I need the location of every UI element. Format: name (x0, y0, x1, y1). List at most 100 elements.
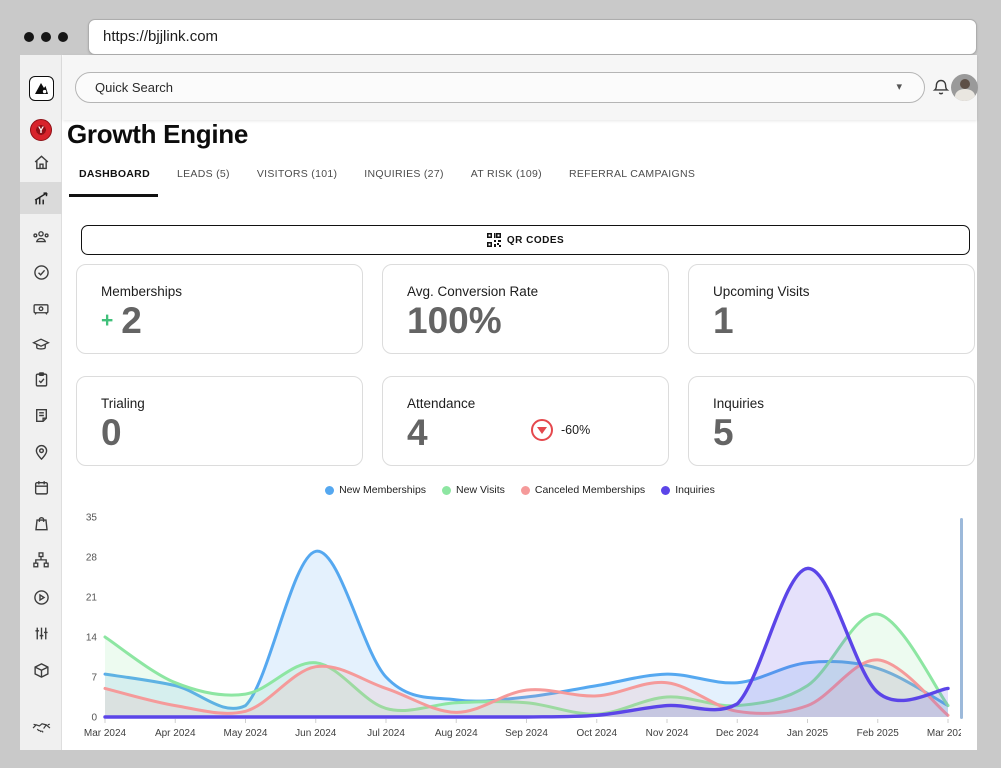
svg-text:Feb 2025: Feb 2025 (857, 728, 900, 739)
active-tab-underline (69, 194, 158, 197)
sidebar-item-tasks[interactable] (24, 363, 58, 395)
notes-icon (33, 407, 50, 424)
app-window: Y (20, 55, 977, 750)
calendar-icon (33, 479, 50, 496)
sidebar-item-payments[interactable] (24, 292, 58, 324)
url-bar[interactable]: https://bjjlink.com (88, 19, 977, 55)
play-circle-icon (33, 589, 50, 606)
svg-text:Jan 2025: Jan 2025 (787, 728, 829, 739)
svg-text:14: 14 (86, 633, 98, 644)
legend-new-memberships[interactable]: New Memberships (325, 484, 426, 496)
card-upcoming-visits: Upcoming Visits 1 (688, 264, 975, 354)
svg-text:Jul 2024: Jul 2024 (367, 728, 405, 739)
sidebar-item-home[interactable] (24, 146, 58, 178)
tab-visitors[interactable]: VISITORS (101) (257, 168, 337, 188)
avatar-photo (960, 79, 970, 89)
circle-down-triangle-icon (531, 419, 553, 441)
sidebar-item-partnerships[interactable] (24, 711, 58, 743)
legend-new-visits[interactable]: New Visits (442, 484, 505, 496)
window-dot-icon[interactable] (24, 32, 34, 42)
app-header: Quick Search ▾ (63, 55, 977, 120)
card-label: Avg. Conversion Rate (407, 284, 644, 299)
tab-dashboard[interactable]: DASHBOARD (79, 168, 150, 188)
handshake-icon (32, 720, 51, 735)
card-value: 2 (121, 301, 142, 341)
card-value: 1 (713, 301, 734, 341)
sliders-icon (33, 625, 50, 642)
tab-inquiries[interactable]: INQUIRIES (27) (364, 168, 443, 188)
area-chart-canvas: 0714212835Mar 2024Apr 2024May 2024Jun 20… (81, 507, 961, 749)
card-trialing: Trialing 0 (76, 376, 363, 466)
card-value: 4 (407, 413, 428, 453)
sidebar-item-media[interactable] (24, 581, 58, 613)
vertical-scrollbar[interactable] (960, 518, 963, 719)
sidebar-item-logo[interactable] (24, 72, 58, 104)
window-dot-icon[interactable] (58, 32, 68, 42)
svg-text:Mar 2024: Mar 2024 (84, 728, 127, 739)
location-pin-icon (33, 444, 50, 461)
user-avatar[interactable] (951, 74, 978, 101)
window-dot-icon[interactable] (41, 32, 51, 42)
card-value: 5 (713, 413, 734, 453)
svg-text:28: 28 (86, 553, 98, 564)
legend-dot-icon (661, 486, 670, 495)
sidebar-item-education[interactable] (24, 328, 58, 360)
legend-canceled-memberships[interactable]: Canceled Memberships (521, 484, 645, 496)
card-avg-conversion-rate: Avg. Conversion Rate 100% (382, 264, 669, 354)
sidebar-item-growth-analytics[interactable] (24, 182, 58, 214)
notifications-bell-icon[interactable] (931, 78, 951, 98)
svg-text:Sep 2024: Sep 2024 (505, 728, 548, 739)
tab-referral-campaigns[interactable]: REFERRAL CAMPAIGNS (569, 168, 695, 188)
card-label: Memberships (101, 284, 338, 299)
svg-text:Mar 2025: Mar 2025 (927, 728, 961, 739)
trend-percentage: -60% (561, 423, 590, 437)
legend-dot-icon (325, 486, 334, 495)
academy-badge-icon: Y (30, 119, 52, 141)
svg-text:Oct 2024: Oct 2024 (576, 728, 617, 739)
sidebar: Y (20, 55, 62, 750)
sidebar-item-org-chart[interactable] (24, 544, 58, 576)
sidebar-item-documents[interactable] (24, 399, 58, 431)
community-icon (32, 228, 50, 245)
sidebar-item-filters[interactable] (24, 617, 58, 649)
svg-text:Apr 2024: Apr 2024 (155, 728, 196, 739)
growth-analytics-icon (33, 190, 50, 207)
svg-text:Nov 2024: Nov 2024 (646, 728, 689, 739)
svg-text:35: 35 (86, 513, 98, 524)
tab-at-risk[interactable]: AT RISK (109) (471, 168, 542, 188)
card-memberships: Memberships + 2 (76, 264, 363, 354)
sidebar-item-academy[interactable]: Y (24, 114, 58, 146)
chevron-down-icon[interactable]: ▾ (896, 73, 902, 104)
clipboard-check-icon (33, 371, 50, 388)
card-value: 100% (407, 301, 502, 341)
sidebar-item-check[interactable] (24, 256, 58, 288)
sidebar-item-calendar[interactable] (24, 471, 58, 503)
graduation-cap-icon (32, 336, 50, 353)
qr-codes-label: QR CODES (507, 235, 564, 246)
window-controls[interactable] (24, 32, 68, 42)
tab-bar: DASHBOARD LEADS (5) VISITORS (101) INQUI… (79, 168, 695, 188)
home-icon (33, 154, 50, 171)
svg-text:Dec 2024: Dec 2024 (716, 728, 759, 739)
sidebar-item-locations[interactable] (24, 436, 58, 468)
card-inquiries: Inquiries 5 (688, 376, 975, 466)
shopping-bag-icon (33, 515, 50, 532)
svg-text:7: 7 (91, 673, 97, 684)
sidebar-item-products[interactable] (24, 654, 58, 686)
qr-code-icon (487, 233, 501, 247)
chart-legend: New Memberships New Visits Canceled Memb… (63, 484, 977, 496)
svg-text:Aug 2024: Aug 2024 (435, 728, 478, 739)
quick-search-input[interactable]: Quick Search ▾ (75, 72, 925, 103)
sidebar-item-store[interactable] (24, 507, 58, 539)
sidebar-item-community[interactable] (24, 220, 58, 252)
tab-leads[interactable]: LEADS (5) (177, 168, 230, 188)
legend-dot-icon (521, 486, 530, 495)
qr-codes-button[interactable]: QR CODES (81, 225, 970, 255)
card-value: 0 (101, 413, 122, 453)
svg-text:May 2024: May 2024 (224, 728, 268, 739)
memberships-prefix: + (101, 309, 113, 333)
page-title: Growth Engine (67, 119, 248, 150)
quick-search-placeholder: Quick Search (95, 80, 173, 95)
legend-inquiries[interactable]: Inquiries (661, 484, 715, 496)
main-content: Quick Search ▾ Growth Engine DASHBOARD L… (63, 55, 977, 750)
